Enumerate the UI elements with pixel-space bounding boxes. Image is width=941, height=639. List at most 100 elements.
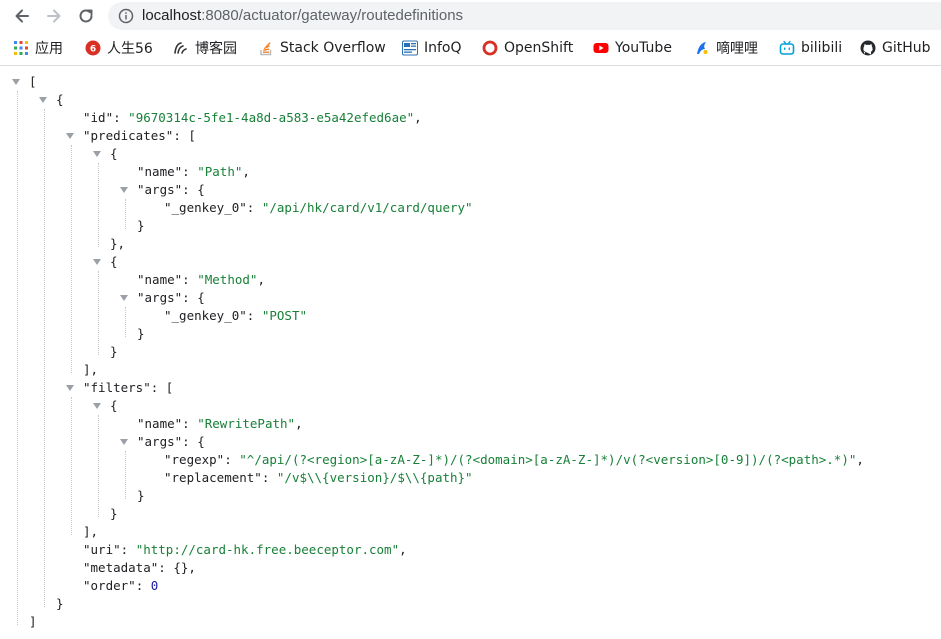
url-text[interactable]: localhost:8080/actuator/gateway/routedef… (142, 7, 463, 25)
json-punctuation: : (113, 110, 129, 125)
forward-button[interactable] (42, 4, 66, 28)
bookmark-cnblogs[interactable]: 博客园 (173, 36, 237, 60)
url-host: localhost (142, 7, 202, 24)
collapse-toggle-icon[interactable] (66, 133, 74, 139)
json-key: "name" (137, 416, 183, 431)
bookmark-label: 人生56 (107, 41, 153, 57)
json-number: 0 (150, 578, 159, 593)
toolbar-divider (0, 65, 941, 66)
json-line: } (110, 343, 118, 361)
json-line: } (137, 217, 145, 235)
indent-guide (98, 271, 99, 355)
json-string: "^/api/(?<region>[a-zA-Z-]*)/(?<domain>[… (239, 452, 857, 467)
collapse-toggle-icon[interactable] (12, 79, 20, 85)
json-punctuation: ], (83, 362, 99, 377)
json-punctuation: ], (83, 524, 99, 539)
reload-button[interactable] (74, 4, 98, 28)
collapse-toggle-icon[interactable] (93, 259, 101, 265)
json-string: "http://card-hk.free.beeceptor.com" (135, 542, 400, 557)
collapse-toggle-icon[interactable] (120, 187, 128, 193)
json-line: "order": 0 (83, 577, 158, 595)
json-punctuation: : { (182, 434, 205, 449)
bookmark-label: 嘀哩哩 (716, 41, 758, 57)
json-punctuation: , (257, 272, 265, 287)
json-punctuation: : { (182, 182, 205, 197)
collapse-toggle-icon[interactable] (93, 151, 101, 157)
indent-guide (98, 415, 99, 517)
json-line: } (137, 487, 145, 505)
json-line: ], (83, 523, 98, 541)
bookmark-apps[interactable]: 应用 (13, 36, 63, 60)
bookmark-bilibili[interactable]: bilibili (779, 36, 842, 60)
bookmark-label: 博客园 (195, 41, 237, 57)
collapse-toggle-icon[interactable] (39, 97, 47, 103)
json-line: "regexp": "^/api/(?<region>[a-zA-Z-]*)/(… (164, 451, 864, 469)
bookmark-label: bilibili (801, 40, 843, 56)
json-line: "metadata": {}, (83, 559, 196, 577)
json-line: { (110, 253, 118, 271)
json-punctuation: : { (182, 290, 205, 305)
json-line: "_genkey_0": "/api/hk/card/v1/card/query… (164, 199, 473, 217)
json-key: "replacement" (164, 470, 262, 485)
bookmark-openshift[interactable]: OpenShift (482, 36, 573, 60)
bookmark-label: GitHub (882, 40, 931, 56)
json-line: }, (110, 235, 125, 253)
bookmark-label: InfoQ (424, 40, 462, 56)
bookmark-rensheng56[interactable]: 6 人生56 (85, 36, 153, 60)
json-line: "uri": "http://card-hk.free.beeceptor.co… (83, 541, 407, 559)
indent-guide (44, 109, 45, 607)
json-punctuation: , (414, 110, 422, 125)
svg-text:6: 6 (90, 45, 96, 55)
bookmarks-bar: 应用 6 人生56 博客园 Stack Overflow InfoQ OpenS… (0, 36, 941, 60)
indent-guide (71, 145, 72, 373)
json-key: "args" (137, 182, 183, 197)
json-punctuation: , (242, 164, 250, 179)
collapse-toggle-icon[interactable] (66, 385, 74, 391)
json-line: { (56, 91, 64, 109)
collapse-toggle-icon[interactable] (120, 439, 128, 445)
indent-guide (125, 199, 126, 229)
indent-guide (125, 451, 126, 499)
json-line: "args": { (137, 289, 205, 307)
bookmark-dilidili[interactable]: 嘀哩哩 (694, 36, 758, 60)
collapse-toggle-icon[interactable] (93, 403, 101, 409)
bookmark-infoq[interactable]: InfoQ (402, 36, 462, 60)
indent-guide (125, 307, 126, 337)
json-viewer: [{"id": "9670314c-5fe1-4a8d-a583-e5a42ef… (0, 72, 941, 639)
info-icon[interactable] (118, 8, 134, 24)
address-bar[interactable]: localhost:8080/actuator/gateway/routedef… (108, 2, 941, 30)
bookmark-label: OpenShift (504, 40, 574, 56)
json-punctuation: : (246, 308, 262, 323)
rensheng56-icon: 6 (85, 40, 101, 56)
collapse-toggle-icon[interactable] (120, 295, 128, 301)
bilibili-icon (779, 40, 795, 56)
json-line: "filters": [ (83, 379, 173, 397)
json-line: "predicates": [ (83, 127, 196, 145)
json-line: { (110, 397, 118, 415)
bookmark-youtube[interactable]: YouTube (593, 36, 672, 60)
json-key: "order" (83, 578, 136, 593)
json-key: "metadata" (83, 560, 159, 575)
json-line: [ (29, 73, 37, 91)
back-button[interactable] (10, 4, 34, 28)
json-line: "_genkey_0": "POST" (164, 307, 307, 325)
json-punctuation: { (110, 254, 118, 269)
json-key: "uri" (83, 542, 121, 557)
json-punctuation: : (120, 542, 136, 557)
bookmark-github[interactable]: GitHub (860, 36, 931, 60)
json-line: "name": "RewritePath", (137, 415, 303, 433)
indent-guide (98, 163, 99, 247)
json-punctuation: , (295, 416, 303, 431)
json-punctuation: { (110, 146, 118, 161)
json-string: "/v$\\{version}/$\\{path}" (276, 470, 473, 485)
json-punctuation: : (224, 452, 240, 467)
indent-guide (71, 397, 72, 535)
json-line: "args": { (137, 433, 205, 451)
json-punctuation: : [ (150, 380, 174, 395)
json-punctuation: : (182, 416, 198, 431)
json-line: "name": "Path", (137, 163, 250, 181)
bookmark-stackoverflow[interactable]: Stack Overflow (258, 36, 386, 60)
json-punctuation: : (135, 578, 151, 593)
json-punctuation: : {}, (158, 560, 196, 575)
json-line: ] (29, 613, 37, 631)
